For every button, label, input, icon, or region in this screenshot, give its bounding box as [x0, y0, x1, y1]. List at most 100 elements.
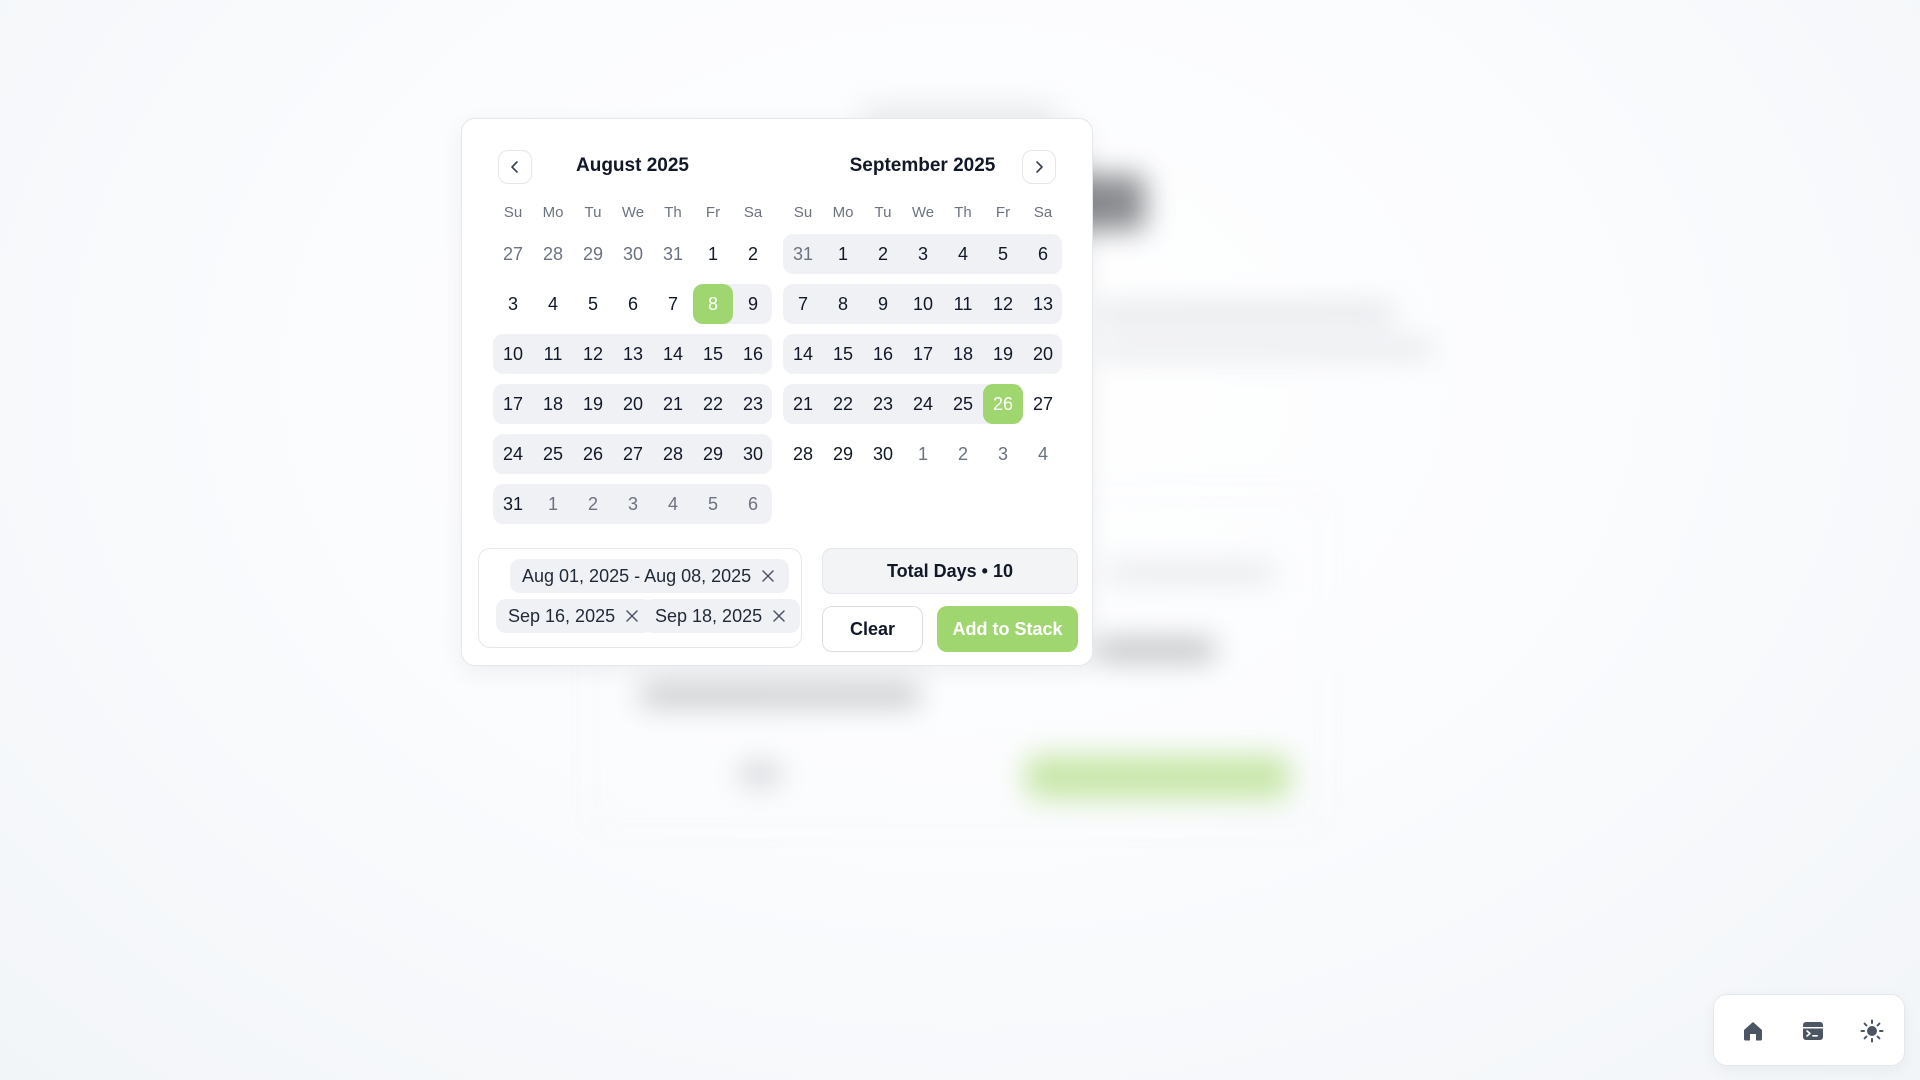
day-cell[interactable]: 3: [493, 284, 533, 324]
background-blur-shape: [1095, 305, 1395, 323]
day-cell[interactable]: 19: [983, 334, 1023, 374]
day-cell[interactable]: 2: [943, 434, 983, 474]
terminal-window-icon: [1803, 1022, 1823, 1040]
day-cell[interactable]: 26: [573, 434, 613, 474]
day-cell[interactable]: 31: [783, 234, 823, 274]
day-cell[interactable]: 17: [493, 384, 533, 424]
day-cell[interactable]: 3: [983, 434, 1023, 474]
weekday-label: Th: [664, 204, 682, 221]
day-cell[interactable]: 25: [943, 384, 983, 424]
week-row: 17 18 19 20 21 22 23: [493, 384, 772, 424]
day-cell[interactable]: 18: [533, 384, 573, 424]
day-cell[interactable]: 7: [783, 284, 823, 324]
home-button[interactable]: [1735, 1013, 1771, 1049]
day-cell[interactable]: 30: [863, 434, 903, 474]
day-cell[interactable]: 24: [903, 384, 943, 424]
terminal-button[interactable]: [1795, 1013, 1831, 1049]
day-cell[interactable]: 29: [573, 234, 613, 274]
month-title-august: August 2025: [576, 155, 689, 176]
day-cell[interactable]: 27: [1023, 384, 1063, 424]
day-cell[interactable]: 27: [493, 234, 533, 274]
day-cell[interactable]: 17: [903, 334, 943, 374]
day-cell[interactable]: 3: [613, 484, 653, 524]
day-cell[interactable]: 20: [1023, 334, 1063, 374]
day-cell[interactable]: 13: [613, 334, 653, 374]
day-cell[interactable]: 12: [983, 284, 1023, 324]
week-row: 21 22 23 24 25 26 27: [783, 384, 1062, 424]
day-cell-selected[interactable]: 8: [693, 284, 733, 324]
close-icon[interactable]: [759, 567, 777, 585]
day-cell[interactable]: 6: [613, 284, 653, 324]
close-icon[interactable]: [770, 607, 788, 625]
week-row: 31 1 2 3 4 5 6: [783, 234, 1062, 274]
weekday-label: Mo: [832, 204, 854, 221]
day-cell[interactable]: 12: [573, 334, 613, 374]
day-cell[interactable]: 7: [653, 284, 693, 324]
weekday-label: Tu: [584, 204, 602, 221]
day-cell[interactable]: 15: [823, 334, 863, 374]
day-cell[interactable]: 21: [653, 384, 693, 424]
day-cell[interactable]: 10: [903, 284, 943, 324]
day-cell[interactable]: 10: [493, 334, 533, 374]
day-cell[interactable]: 28: [653, 434, 693, 474]
day-cell[interactable]: 3: [903, 234, 943, 274]
day-cell[interactable]: 23: [733, 384, 773, 424]
day-cell[interactable]: 9: [863, 284, 903, 324]
day-cell[interactable]: 28: [533, 234, 573, 274]
theme-toggle-button[interactable]: [1854, 1013, 1890, 1049]
day-cell[interactable]: 11: [943, 284, 983, 324]
day-cell[interactable]: 15: [693, 334, 733, 374]
selected-range-chip: Aug 01, 2025 - Aug 08, 2025: [510, 559, 790, 593]
day-cell[interactable]: 25: [533, 434, 573, 474]
day-cell[interactable]: 13: [1023, 284, 1063, 324]
day-cell[interactable]: 8: [823, 284, 863, 324]
day-cell[interactable]: 1: [533, 484, 573, 524]
day-cell[interactable]: 30: [613, 234, 653, 274]
day-cell[interactable]: 6: [1023, 234, 1063, 274]
day-cell[interactable]: 22: [693, 384, 733, 424]
day-cell[interactable]: 4: [653, 484, 693, 524]
day-cell[interactable]: 1: [823, 234, 863, 274]
day-cell[interactable]: 2: [573, 484, 613, 524]
close-icon[interactable]: [623, 607, 641, 625]
day-cell[interactable]: 2: [863, 234, 903, 274]
day-cell[interactable]: 4: [533, 284, 573, 324]
day-cell[interactable]: 24: [493, 434, 533, 474]
week-row: 31 1 2 3 4 5 6: [493, 484, 772, 524]
day-cell[interactable]: 11: [533, 334, 573, 374]
weekday-label: Th: [954, 204, 972, 221]
day-cell-selected[interactable]: 26: [983, 384, 1023, 424]
day-cell[interactable]: 1: [693, 234, 733, 274]
day-cell[interactable]: 29: [693, 434, 733, 474]
day-cell[interactable]: 29: [823, 434, 863, 474]
day-cell[interactable]: 9: [733, 284, 773, 324]
day-cell[interactable]: 31: [653, 234, 693, 274]
day-cell[interactable]: 28: [783, 434, 823, 474]
add-to-stack-button[interactable]: Add to Stack: [937, 606, 1078, 652]
day-cell[interactable]: 5: [983, 234, 1023, 274]
day-cell[interactable]: 16: [863, 334, 903, 374]
day-cell[interactable]: 18: [943, 334, 983, 374]
day-cell[interactable]: 22: [823, 384, 863, 424]
day-cell[interactable]: 2: [733, 234, 773, 274]
day-cell[interactable]: 14: [783, 334, 823, 374]
day-cell[interactable]: 21: [783, 384, 823, 424]
weekday-label: Sa: [743, 204, 763, 221]
day-cell[interactable]: 19: [573, 384, 613, 424]
day-cell[interactable]: 4: [943, 234, 983, 274]
clear-button[interactable]: Clear: [822, 606, 923, 652]
day-cell[interactable]: 23: [863, 384, 903, 424]
day-cell[interactable]: 6: [733, 484, 773, 524]
day-cell[interactable]: 31: [493, 484, 533, 524]
background-blur-shape: [640, 685, 920, 705]
day-cell[interactable]: 4: [1023, 434, 1063, 474]
day-cell[interactable]: 5: [693, 484, 733, 524]
day-cell[interactable]: 20: [613, 384, 653, 424]
day-cell[interactable]: 5: [573, 284, 613, 324]
day-cell[interactable]: 16: [733, 334, 773, 374]
weekday-label: Fr: [995, 204, 1011, 221]
day-cell[interactable]: 14: [653, 334, 693, 374]
day-cell[interactable]: 30: [733, 434, 773, 474]
day-cell[interactable]: 1: [903, 434, 943, 474]
day-cell[interactable]: 27: [613, 434, 653, 474]
